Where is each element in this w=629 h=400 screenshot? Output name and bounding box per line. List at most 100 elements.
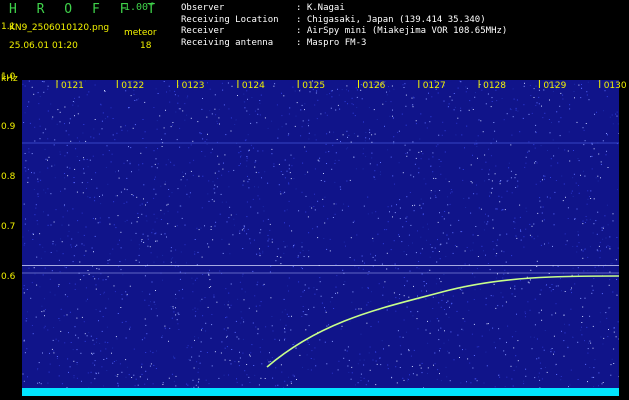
noise-dot bbox=[50, 193, 52, 195]
noise-dot bbox=[415, 123, 417, 125]
noise-dot bbox=[226, 336, 227, 338]
noise-dot bbox=[228, 171, 230, 173]
noise-dot bbox=[115, 360, 117, 361]
noise-dot bbox=[603, 110, 604, 112]
noise-dot bbox=[165, 181, 166, 183]
noise-dot bbox=[167, 203, 169, 205]
noise-dot bbox=[171, 373, 173, 375]
noise-dot bbox=[454, 106, 456, 108]
noise-dot bbox=[490, 192, 492, 194]
noise-dot bbox=[64, 123, 65, 125]
noise-dot bbox=[553, 213, 555, 215]
noise-dot bbox=[198, 229, 200, 231]
noise-dot bbox=[68, 371, 69, 373]
noise-dot bbox=[452, 295, 454, 297]
noise-dot bbox=[70, 140, 72, 142]
noise-dot bbox=[248, 307, 250, 309]
noise-dot bbox=[573, 91, 575, 92]
noise-dot bbox=[77, 220, 79, 222]
noise-dot bbox=[476, 184, 477, 186]
noise-dot bbox=[550, 349, 552, 351]
noise-dot bbox=[390, 249, 392, 251]
noise-dot bbox=[271, 325, 273, 327]
noise-dot bbox=[574, 83, 576, 85]
noise-dot bbox=[309, 91, 311, 93]
noise-dot bbox=[481, 335, 483, 337]
noise-dot bbox=[557, 265, 559, 267]
noise-dot bbox=[437, 221, 439, 223]
noise-dot bbox=[462, 329, 464, 331]
noise-dot bbox=[85, 80, 86, 82]
noise-dot bbox=[465, 86, 467, 88]
noise-dot bbox=[24, 85, 26, 87]
noise-dot bbox=[607, 336, 609, 338]
noise-dot bbox=[525, 313, 526, 315]
noise-dot bbox=[242, 273, 244, 275]
noise-dot bbox=[177, 211, 179, 213]
noise-dot bbox=[313, 206, 315, 207]
noise-dot bbox=[397, 268, 399, 270]
noise-dot bbox=[152, 352, 154, 354]
noise-dot bbox=[284, 246, 286, 248]
noise-dot bbox=[350, 378, 352, 380]
noise-dot bbox=[49, 278, 51, 280]
noise-dot bbox=[32, 239, 34, 240]
noise-dot bbox=[76, 317, 78, 319]
noise-dot bbox=[495, 165, 497, 167]
noise-dot bbox=[68, 134, 70, 136]
noise-dot bbox=[504, 386, 506, 387]
noise-dot bbox=[103, 293, 105, 295]
noise-dot bbox=[208, 287, 210, 288]
noise-dot bbox=[215, 114, 217, 116]
noise-dot bbox=[542, 206, 544, 208]
noise-dot bbox=[499, 181, 501, 183]
noise-dot bbox=[23, 292, 25, 294]
noise-dot bbox=[487, 323, 489, 325]
noise-dot bbox=[137, 98, 139, 100]
noise-dot bbox=[406, 196, 408, 198]
noise-dot bbox=[378, 283, 380, 285]
noise-dot bbox=[324, 307, 325, 309]
noise-dot bbox=[314, 193, 315, 195]
noise-dot bbox=[526, 210, 528, 212]
noise-dot bbox=[28, 230, 29, 232]
noise-dot bbox=[98, 278, 100, 280]
noise-dot bbox=[275, 260, 277, 262]
noise-dot bbox=[72, 261, 74, 263]
noise-dot bbox=[37, 92, 39, 94]
noise-dot bbox=[64, 177, 66, 179]
noise-dot bbox=[240, 322, 242, 324]
noise-dot bbox=[91, 352, 93, 354]
noise-dot bbox=[567, 150, 569, 152]
noise-dot bbox=[64, 106, 66, 108]
noise-dot bbox=[173, 355, 174, 357]
noise-dot bbox=[256, 284, 258, 286]
noise-dot bbox=[246, 157, 248, 159]
noise-dot bbox=[167, 159, 169, 161]
noise-dot bbox=[279, 339, 280, 341]
noise-dot bbox=[334, 159, 336, 161]
noise-dot bbox=[125, 337, 127, 339]
noise-dot bbox=[306, 354, 308, 356]
noise-dot bbox=[307, 368, 309, 370]
noise-dot bbox=[610, 263, 612, 265]
noise-dot bbox=[261, 363, 263, 365]
noise-dot bbox=[124, 221, 126, 223]
noise-dot bbox=[81, 182, 83, 184]
noise-dot bbox=[107, 276, 109, 278]
noise-dot bbox=[220, 352, 222, 354]
noise-dot bbox=[466, 247, 468, 248]
noise-dot bbox=[607, 167, 609, 168]
noise-dot bbox=[461, 267, 463, 269]
noise-dot bbox=[601, 293, 603, 295]
noise-dot bbox=[25, 218, 26, 220]
noise-dot bbox=[350, 141, 352, 143]
noise-dot bbox=[347, 147, 349, 149]
noise-dot bbox=[223, 162, 224, 164]
noise-dot bbox=[214, 184, 216, 186]
noise-dot bbox=[429, 320, 431, 322]
noise-dot bbox=[499, 183, 501, 185]
noise-dot bbox=[217, 123, 219, 125]
noise-dot bbox=[477, 135, 479, 137]
noise-dot bbox=[343, 284, 345, 285]
